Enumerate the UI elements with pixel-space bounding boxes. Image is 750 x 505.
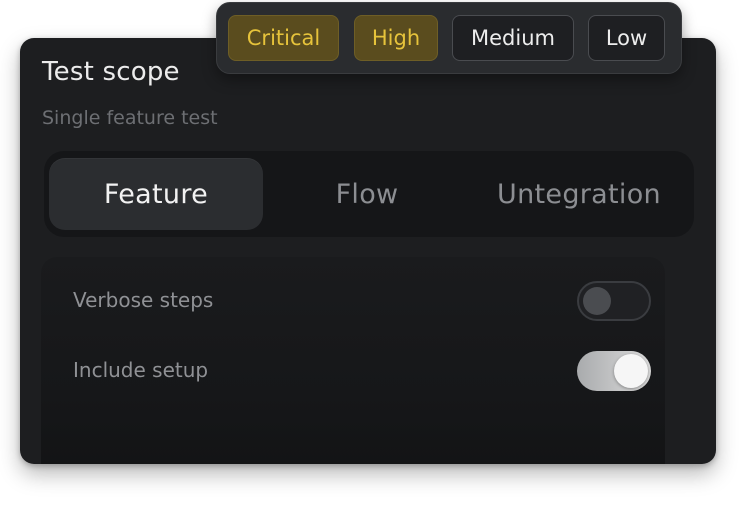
priority-chip-low[interactable]: Low	[588, 15, 665, 61]
priority-chip-high[interactable]: High	[354, 15, 438, 61]
card-title: Test scope	[42, 57, 180, 87]
include-setup-toggle[interactable]	[577, 351, 651, 391]
include-setup-label: Include setup	[73, 358, 209, 382]
scope-segmented-control: Feature Flow Untegration	[44, 151, 694, 237]
verbose-steps-toggle[interactable]	[577, 281, 651, 321]
tab-feature[interactable]: Feature	[49, 158, 263, 230]
toggle-knob	[583, 287, 611, 315]
priority-filter-bar: Critical High Medium Low	[216, 2, 682, 74]
test-scope-card: Test scope Single feature test Feature F…	[20, 38, 716, 464]
priority-chip-medium[interactable]: Medium	[452, 15, 574, 61]
card-subtitle: Single feature test	[42, 107, 218, 129]
priority-chip-critical[interactable]: Critical	[228, 15, 339, 61]
tab-integration[interactable]: Untegration	[472, 158, 686, 230]
options-panel: Verbose steps Include setup	[41, 257, 665, 464]
stage: Test scope Single feature test Feature F…	[0, 0, 750, 505]
verbose-steps-label: Verbose steps	[73, 288, 214, 312]
tab-flow[interactable]: Flow	[260, 158, 474, 230]
toggle-knob	[614, 354, 648, 388]
